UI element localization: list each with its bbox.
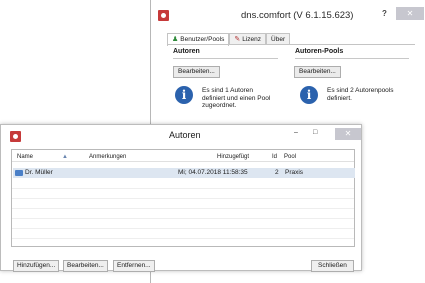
app-icon bbox=[10, 131, 21, 142]
row-divider bbox=[12, 218, 354, 219]
pools-heading: Autoren-Pools bbox=[295, 48, 344, 55]
autoren-heading: Autoren bbox=[173, 48, 200, 55]
pools-edit-button[interactable]: Bearbeiten... bbox=[294, 66, 341, 78]
autoren-edit-button[interactable]: Bearbeiten... bbox=[173, 66, 220, 78]
dialog-close-button[interactable]: ✕ bbox=[335, 128, 361, 140]
edit-button[interactable]: Bearbeiten... bbox=[63, 260, 108, 272]
cell-added: Mi; 04.07.2018 11:58:35 bbox=[178, 169, 248, 176]
row-divider bbox=[12, 238, 354, 239]
column-header-added[interactable]: Hinzugefügt bbox=[217, 154, 249, 160]
row-divider bbox=[12, 228, 354, 229]
row-divider bbox=[12, 188, 354, 189]
table-row[interactable]: Dr. Müller Mi; 04.07.2018 11:58:35 2 Pra… bbox=[13, 168, 355, 178]
cell-name: Dr. Müller bbox=[25, 169, 53, 176]
add-button[interactable]: Hinzufügen... bbox=[13, 260, 60, 272]
row-divider bbox=[12, 208, 354, 209]
pools-divider bbox=[295, 58, 409, 59]
pools-info-text: Es sind 2 Autorenpools definiert. bbox=[327, 87, 394, 102]
list-header: ▲ Name Anmerkungen Hinzugefügt Id Pool bbox=[12, 150, 354, 162]
dialog-title: Autoren bbox=[169, 130, 201, 140]
sort-arrow-icon: ▲ bbox=[62, 154, 68, 160]
cell-pool: Praxis bbox=[285, 169, 304, 176]
remove-button[interactable]: Entfernen... bbox=[113, 260, 155, 272]
tab-divider bbox=[167, 44, 415, 45]
maximize-button[interactable]: □ bbox=[313, 129, 317, 136]
main-close-button[interactable]: ✕ bbox=[396, 7, 424, 20]
minimize-button[interactable]: – bbox=[294, 129, 298, 136]
info-icon: i bbox=[300, 86, 318, 104]
help-button[interactable]: ? bbox=[382, 9, 387, 18]
column-header-id[interactable]: Id bbox=[272, 154, 277, 160]
column-header-name[interactable]: Name bbox=[17, 154, 33, 160]
autoren-dialog: Autoren – □ ✕ ▲ Name Anmerkungen Hinzuge… bbox=[0, 124, 362, 272]
user-icon bbox=[15, 170, 23, 176]
row-divider bbox=[12, 198, 354, 199]
column-header-pool[interactable]: Pool bbox=[284, 154, 296, 160]
close-button[interactable]: Schließen bbox=[311, 260, 354, 272]
main-titlebar[interactable]: dns.comfort (V 6.1.15.623) ? ✕ bbox=[151, 0, 425, 30]
column-header-notes[interactable]: Anmerkungen bbox=[89, 154, 126, 160]
autoren-info-text: Es sind 1 Autoren definiert und einen Po… bbox=[202, 87, 271, 109]
authors-list[interactable]: ▲ Name Anmerkungen Hinzugefügt Id Pool D… bbox=[11, 149, 355, 247]
app-icon bbox=[158, 10, 169, 21]
main-window-title: dns.comfort (V 6.1.15.623) bbox=[241, 10, 354, 21]
autoren-divider bbox=[173, 58, 278, 59]
info-icon: i bbox=[175, 86, 193, 104]
cell-id: 2 bbox=[275, 169, 279, 176]
